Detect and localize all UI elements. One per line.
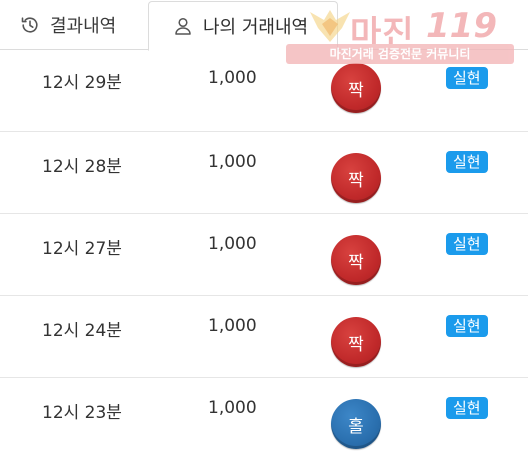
trade-row: 12시 24분 1,000 짝 실현 — [0, 296, 528, 378]
trade-amount: 1,000 — [208, 152, 257, 172]
history-icon — [21, 17, 38, 33]
status-badge: 실현 — [446, 315, 488, 337]
trade-amount: 1,000 — [208, 398, 257, 418]
status-badge: 실현 — [446, 67, 488, 89]
trade-history-list: 12시 29분 1,000 짝 실현 12시 28분 1,000 짝 실현 12… — [0, 50, 528, 458]
trade-time: 12시 28분 — [42, 157, 122, 177]
trade-amount: 1,000 — [208, 234, 257, 254]
result-ball-even: 짝 — [331, 317, 381, 367]
app-frame: 결과내역 나의 거래내역 마진 119 마진거래 검증전문 커뮤니티 12시 2… — [0, 0, 528, 458]
trade-time: 12시 27분 — [42, 239, 122, 259]
trade-time: 12시 24분 — [42, 321, 122, 341]
tab-bar: 결과내역 나의 거래내역 — [0, 0, 528, 51]
trade-row: 12시 29분 1,000 짝 실현 — [0, 50, 528, 132]
trade-time: 12시 23분 — [42, 403, 122, 423]
tab-my-trades[interactable]: 나의 거래내역 — [148, 1, 338, 51]
user-icon — [175, 17, 191, 35]
result-ball-even: 짝 — [331, 63, 381, 113]
trade-row: 12시 27분 1,000 짝 실현 — [0, 214, 528, 296]
status-badge: 실현 — [446, 233, 488, 255]
result-ball-even: 짝 — [331, 153, 381, 203]
trade-row: 12시 23분 1,000 홀 실현 — [0, 378, 528, 458]
result-ball-odd: 홀 — [331, 399, 381, 449]
result-ball-even: 짝 — [331, 235, 381, 285]
status-badge: 실현 — [446, 151, 488, 173]
trade-amount: 1,000 — [208, 316, 257, 336]
status-badge: 실현 — [446, 397, 488, 419]
trade-row: 12시 28분 1,000 짝 실현 — [0, 132, 528, 214]
tab-results-label: 결과내역 — [50, 16, 117, 37]
tab-my-trades-label: 나의 거래내역 — [203, 17, 309, 38]
tab-results[interactable]: 결과내역 — [0, 0, 148, 50]
trade-amount: 1,000 — [208, 68, 257, 88]
trade-time: 12시 29분 — [42, 73, 122, 93]
